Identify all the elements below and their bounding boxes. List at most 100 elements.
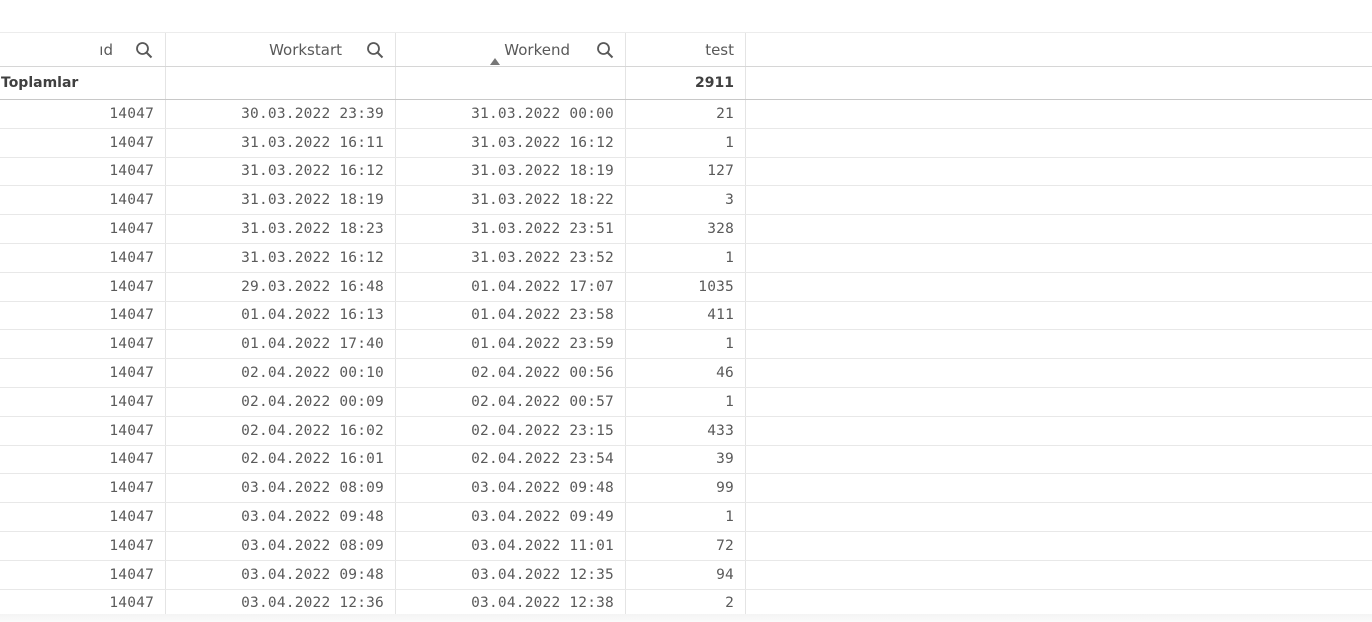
- cell-test[interactable]: 94: [626, 560, 746, 589]
- column-header-workstart[interactable]: Workstart: [166, 33, 396, 66]
- cell-workstart[interactable]: 03.04.2022 09:48: [166, 560, 396, 589]
- cell-id[interactable]: 14047: [0, 416, 166, 445]
- table-row[interactable]: 14047 31.03.2022 18:23 31.03.2022 23:51 …: [0, 215, 1372, 244]
- cell-workstart[interactable]: 03.04.2022 08:09: [166, 474, 396, 503]
- cell-workstart[interactable]: 01.04.2022 17:40: [166, 330, 396, 359]
- cell-workend[interactable]: 01.04.2022 17:07: [396, 272, 626, 301]
- cell-workstart[interactable]: 29.03.2022 16:48: [166, 272, 396, 301]
- search-icon[interactable]: [596, 41, 614, 59]
- cell-test[interactable]: 3: [626, 186, 746, 215]
- empty-row-space: [746, 215, 1372, 243]
- cell-workend[interactable]: 01.04.2022 23:58: [396, 301, 626, 330]
- cell-workend[interactable]: 01.04.2022 23:59: [396, 330, 626, 359]
- table-row[interactable]: 14047 30.03.2022 23:39 31.03.2022 00:00 …: [0, 100, 1372, 129]
- column-header-test[interactable]: test: [626, 33, 746, 66]
- table-row[interactable]: 14047 02.04.2022 16:02 02.04.2022 23:15 …: [0, 416, 1372, 446]
- cell-workstart[interactable]: 31.03.2022 16:12: [166, 157, 396, 186]
- cell-workstart[interactable]: 02.04.2022 16:01: [166, 445, 396, 474]
- cell-test[interactable]: 21: [626, 100, 746, 128]
- cell-workstart[interactable]: 01.04.2022 16:13: [166, 301, 396, 330]
- horizontal-scroll-area[interactable]: [0, 614, 1372, 622]
- search-icon[interactable]: [135, 41, 153, 59]
- cell-id[interactable]: 14047: [0, 387, 166, 416]
- cell-id[interactable]: 14047: [0, 445, 166, 474]
- cell-test[interactable]: 411: [626, 301, 746, 330]
- table-row[interactable]: 14047 31.03.2022 18:19 31.03.2022 18:22 …: [0, 186, 1372, 216]
- cell-test[interactable]: 99: [626, 474, 746, 503]
- cell-test[interactable]: 1035: [626, 272, 746, 301]
- cell-workend[interactable]: 03.04.2022 12:35: [396, 560, 626, 589]
- cell-id[interactable]: 14047: [0, 128, 166, 157]
- cell-workend[interactable]: 31.03.2022 00:00: [396, 100, 626, 128]
- table-row[interactable]: 14047 01.04.2022 16:13 01.04.2022 23:58 …: [0, 301, 1372, 331]
- cell-id[interactable]: 14047: [0, 100, 166, 128]
- cell-id[interactable]: 14047: [0, 215, 166, 243]
- table-row[interactable]: 14047 02.04.2022 00:09 02.04.2022 00:57 …: [0, 387, 1372, 417]
- cell-test[interactable]: 433: [626, 416, 746, 445]
- table-row[interactable]: 14047 02.04.2022 00:10 02.04.2022 00:56 …: [0, 359, 1372, 388]
- cell-id[interactable]: 14047: [0, 359, 166, 387]
- cell-workend[interactable]: 31.03.2022 23:51: [396, 215, 626, 243]
- cell-test[interactable]: 46: [626, 359, 746, 387]
- cell-workstart[interactable]: 31.03.2022 18:19: [166, 186, 396, 215]
- table-row[interactable]: 14047 31.03.2022 16:12 31.03.2022 23:52 …: [0, 243, 1372, 273]
- table-row[interactable]: 14047 03.04.2022 08:09 03.04.2022 11:01 …: [0, 531, 1372, 561]
- cell-id[interactable]: 14047: [0, 243, 166, 272]
- empty-row-space: [746, 330, 1372, 358]
- cell-workstart[interactable]: 02.04.2022 00:09: [166, 387, 396, 416]
- search-icon[interactable]: [366, 41, 384, 59]
- cell-test[interactable]: 1: [626, 128, 746, 157]
- cell-id[interactable]: 14047: [0, 474, 166, 503]
- cell-test[interactable]: 328: [626, 215, 746, 243]
- cell-test[interactable]: 1: [626, 503, 746, 531]
- column-header-workend[interactable]: Workend: [396, 33, 626, 66]
- cell-workstart[interactable]: 31.03.2022 16:11: [166, 128, 396, 157]
- cell-workstart[interactable]: 03.04.2022 09:48: [166, 503, 396, 531]
- table-row[interactable]: 14047 03.04.2022 09:48 03.04.2022 09:49 …: [0, 503, 1372, 532]
- cell-id[interactable]: 14047: [0, 330, 166, 359]
- cell-test[interactable]: 72: [626, 531, 746, 560]
- cell-id[interactable]: 14047: [0, 560, 166, 589]
- cell-workend[interactable]: 02.04.2022 00:56: [396, 359, 626, 387]
- cell-workstart[interactable]: 02.04.2022 16:02: [166, 416, 396, 445]
- empty-row-space: [746, 186, 1372, 214]
- cell-workstart[interactable]: 31.03.2022 18:23: [166, 215, 396, 243]
- cell-workend[interactable]: 31.03.2022 18:19: [396, 157, 626, 186]
- table-row[interactable]: 14047 03.04.2022 09:48 03.04.2022 12:35 …: [0, 560, 1372, 590]
- cell-id[interactable]: 14047: [0, 531, 166, 560]
- table-row[interactable]: 14047 31.03.2022 16:11 31.03.2022 16:12 …: [0, 128, 1372, 158]
- cell-workend[interactable]: 31.03.2022 23:52: [396, 243, 626, 272]
- cell-test[interactable]: 1: [626, 387, 746, 416]
- totals-workstart: [166, 67, 396, 99]
- table-row[interactable]: 14047 01.04.2022 17:40 01.04.2022 23:59 …: [0, 330, 1372, 360]
- cell-id[interactable]: 14047: [0, 186, 166, 215]
- empty-row-space: [746, 302, 1372, 330]
- table-row[interactable]: 14047 02.04.2022 16:01 02.04.2022 23:54 …: [0, 445, 1372, 475]
- cell-test[interactable]: 1: [626, 243, 746, 272]
- empty-row-space: [746, 359, 1372, 387]
- cell-workend[interactable]: 03.04.2022 11:01: [396, 531, 626, 560]
- cell-workstart[interactable]: 03.04.2022 08:09: [166, 531, 396, 560]
- cell-test[interactable]: 1: [626, 330, 746, 359]
- cell-workstart[interactable]: 31.03.2022 16:12: [166, 243, 396, 272]
- cell-id[interactable]: 14047: [0, 301, 166, 330]
- cell-workend[interactable]: 03.04.2022 09:49: [396, 503, 626, 531]
- cell-workend[interactable]: 03.04.2022 09:48: [396, 474, 626, 503]
- cell-workstart[interactable]: 02.04.2022 00:10: [166, 359, 396, 387]
- cell-workend[interactable]: 02.04.2022 00:57: [396, 387, 626, 416]
- cell-workend[interactable]: 02.04.2022 23:15: [396, 416, 626, 445]
- column-header-id[interactable]: ıd: [0, 33, 166, 66]
- empty-row-space: [746, 474, 1372, 502]
- cell-id[interactable]: 14047: [0, 157, 166, 186]
- table-row[interactable]: 14047 31.03.2022 16:12 31.03.2022 18:19 …: [0, 157, 1372, 187]
- cell-workstart[interactable]: 30.03.2022 23:39: [166, 100, 396, 128]
- cell-workend[interactable]: 31.03.2022 16:12: [396, 128, 626, 157]
- table-row[interactable]: 14047 03.04.2022 08:09 03.04.2022 09:48 …: [0, 474, 1372, 504]
- cell-id[interactable]: 14047: [0, 272, 166, 301]
- cell-test[interactable]: 127: [626, 157, 746, 186]
- table-row[interactable]: 14047 29.03.2022 16:48 01.04.2022 17:07 …: [0, 272, 1372, 302]
- cell-workend[interactable]: 31.03.2022 18:22: [396, 186, 626, 215]
- cell-test[interactable]: 39: [626, 445, 746, 474]
- cell-workend[interactable]: 02.04.2022 23:54: [396, 445, 626, 474]
- cell-id[interactable]: 14047: [0, 503, 166, 531]
